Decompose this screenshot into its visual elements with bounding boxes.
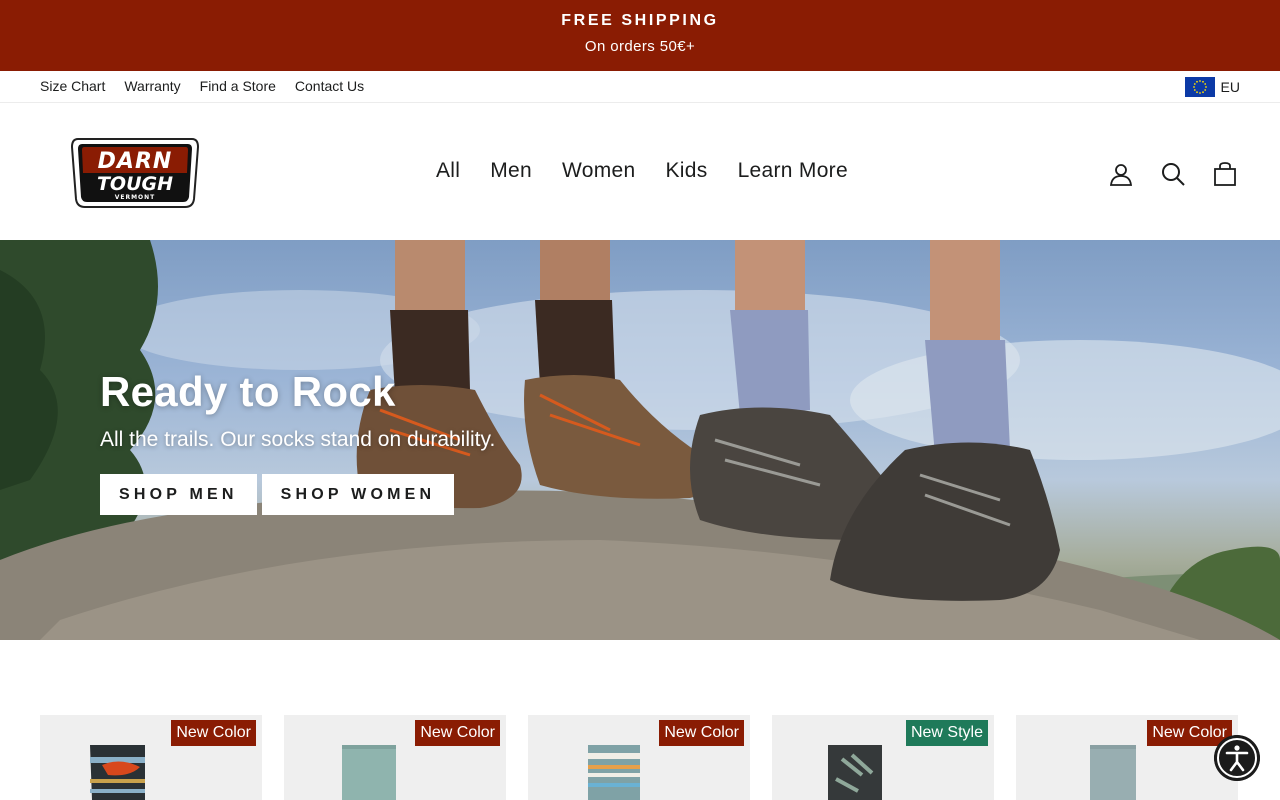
announcement-subtitle: On orders 50€+ [584, 38, 696, 55]
find-a-store-link[interactable]: Find a Store [200, 78, 276, 94]
product-badge: New Color [171, 720, 256, 746]
product-card[interactable]: New Color [284, 715, 506, 800]
accessibility-icon[interactable] [1214, 735, 1260, 781]
product-badge: New Style [905, 720, 988, 746]
site-header: DARN TOUGH VERMONT All Men Women Kids Le… [0, 103, 1280, 240]
product-card[interactable]: New Color [40, 715, 262, 800]
size-chart-link[interactable]: Size Chart [40, 78, 105, 94]
hero-buttons: SHOP MEN SHOP WOMEN [100, 474, 455, 515]
utility-links: Size Chart Warranty Find a Store Contact… [40, 78, 364, 94]
eu-flag-icon [1184, 77, 1215, 97]
product-badge: New Color [415, 720, 500, 746]
product-image [342, 745, 396, 800]
header-icons [1108, 161, 1238, 187]
warranty-link[interactable]: Warranty [124, 78, 180, 94]
hero-subtitle: All the trails. Our socks stand on durab… [100, 428, 496, 451]
hero-banner[interactable]: Ready to Rock All the trails. Our socks … [0, 240, 1280, 640]
product-card[interactable]: New Color [528, 715, 750, 800]
darn-tough-logo[interactable]: DARN TOUGH VERMONT [70, 133, 200, 211]
svg-text:VERMONT: VERMONT [115, 194, 156, 201]
shop-women-button[interactable]: SHOP WOMEN [261, 474, 455, 515]
announcement-bar: FREE SHIPPING On orders 50€+ [0, 0, 1280, 71]
hero-title: Ready to Rock [100, 368, 396, 415]
product-image [588, 745, 640, 800]
nav-all[interactable]: All [436, 159, 460, 183]
svg-text:DARN: DARN [98, 149, 173, 174]
search-icon[interactable] [1160, 161, 1186, 187]
product-image [90, 745, 145, 800]
contact-us-link[interactable]: Contact Us [295, 78, 364, 94]
locale-selector[interactable]: EU [1184, 77, 1240, 97]
nav-kids[interactable]: Kids [666, 159, 708, 183]
svg-text:TOUGH: TOUGH [97, 173, 173, 195]
product-badge: New Color [659, 720, 744, 746]
product-image [1090, 745, 1136, 800]
nav-men[interactable]: Men [490, 159, 532, 183]
announcement-title: FREE SHIPPING [561, 12, 719, 29]
account-icon[interactable] [1108, 161, 1134, 187]
utility-bar: Size Chart Warranty Find a Store Contact… [0, 71, 1280, 103]
shop-men-button[interactable]: SHOP MEN [100, 474, 257, 515]
locale-label: EU [1220, 79, 1240, 95]
product-card[interactable]: New Style [772, 715, 994, 800]
main-nav: All Men Women Kids Learn More [436, 159, 848, 183]
nav-women[interactable]: Women [562, 159, 635, 183]
nav-learn-more[interactable]: Learn More [738, 159, 848, 183]
product-image [828, 745, 882, 800]
product-card[interactable]: New Color [1016, 715, 1238, 800]
cart-icon[interactable] [1212, 161, 1238, 187]
product-grid: New Color New Color New Color New Style … [40, 715, 1240, 800]
